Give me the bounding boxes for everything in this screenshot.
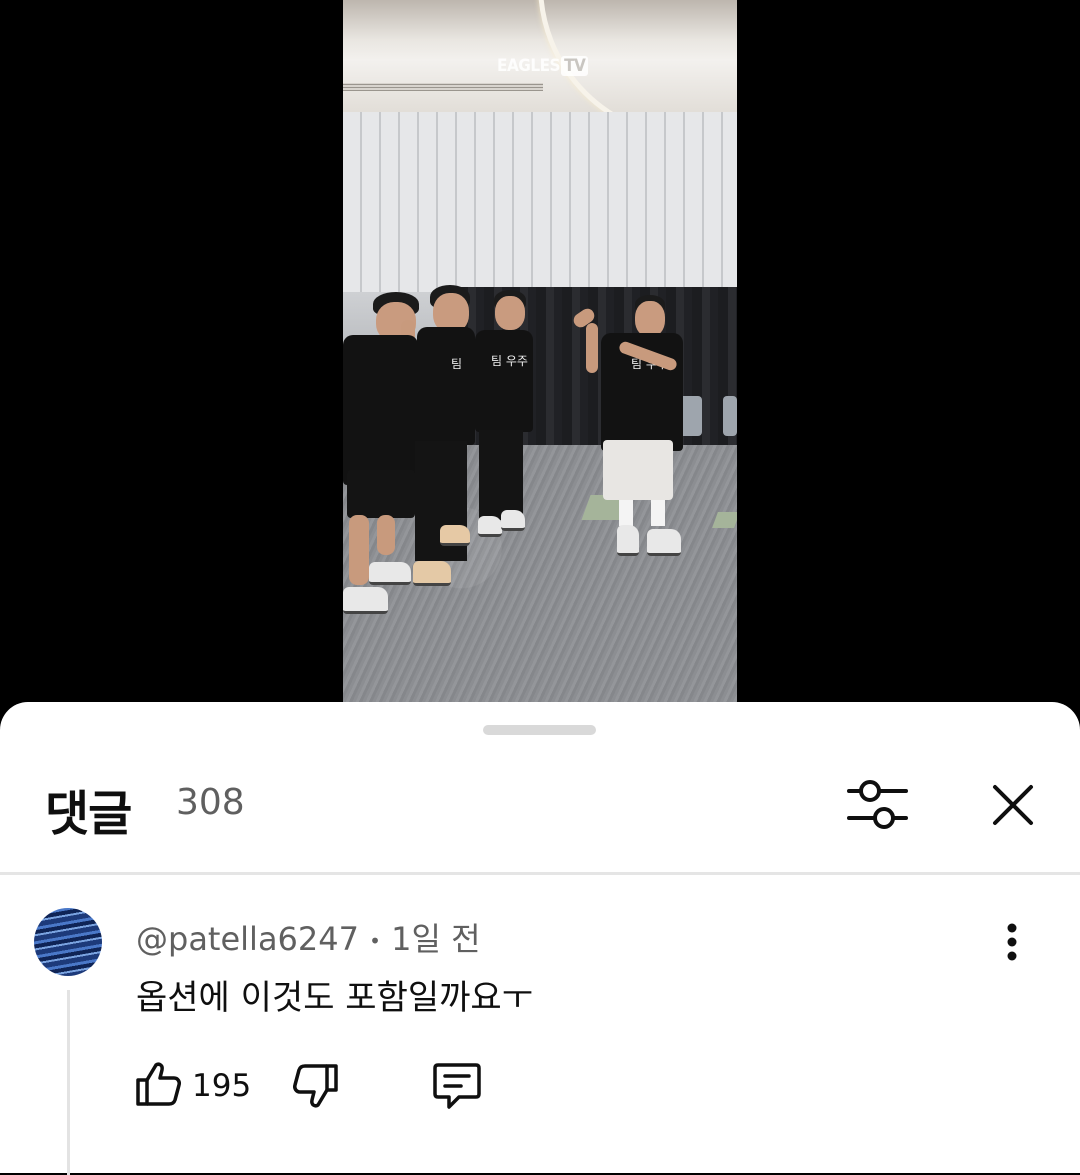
like-icon[interactable] <box>134 1060 182 1108</box>
meta-separator: • <box>369 929 381 953</box>
channel-watermark: EAGLES TV <box>497 56 589 76</box>
comments-count: 308 <box>176 782 245 823</box>
chair <box>723 396 737 436</box>
video-player[interactable]: EAGLES TV 팀 팀 우주 팀 우주 <box>0 0 1080 720</box>
more-options-icon[interactable] <box>1000 922 1024 962</box>
wall-panels <box>343 112 737 292</box>
like-count: 195 <box>192 1068 252 1104</box>
filter-icon[interactable] <box>846 777 908 833</box>
close-icon[interactable] <box>990 782 1036 828</box>
comment-meta: @patella6247 • 1일 전 <box>136 914 481 960</box>
floor-mat <box>712 512 737 528</box>
video-frame[interactable]: EAGLES TV 팀 팀 우주 팀 우주 <box>343 0 737 702</box>
reply-icon[interactable] <box>431 1062 483 1112</box>
comments-title: 댓글 <box>45 786 132 842</box>
ceiling-vent <box>343 83 543 91</box>
drag-handle[interactable] <box>483 725 596 735</box>
comment-author[interactable]: @patella6247 <box>136 920 359 958</box>
dislike-icon[interactable] <box>292 1062 340 1110</box>
comments-sheet: 댓글 308 @patella6247 • 1일 전 옵션에 이것도 포함일까요… <box>0 702 1080 1175</box>
thread-line <box>67 990 70 1175</box>
header-divider <box>0 872 1080 875</box>
comment-time: 1일 전 <box>391 920 481 958</box>
comment-text: 옵션에 이것도 포함일까요ㅜ <box>136 978 533 1018</box>
avatar[interactable] <box>34 908 102 976</box>
